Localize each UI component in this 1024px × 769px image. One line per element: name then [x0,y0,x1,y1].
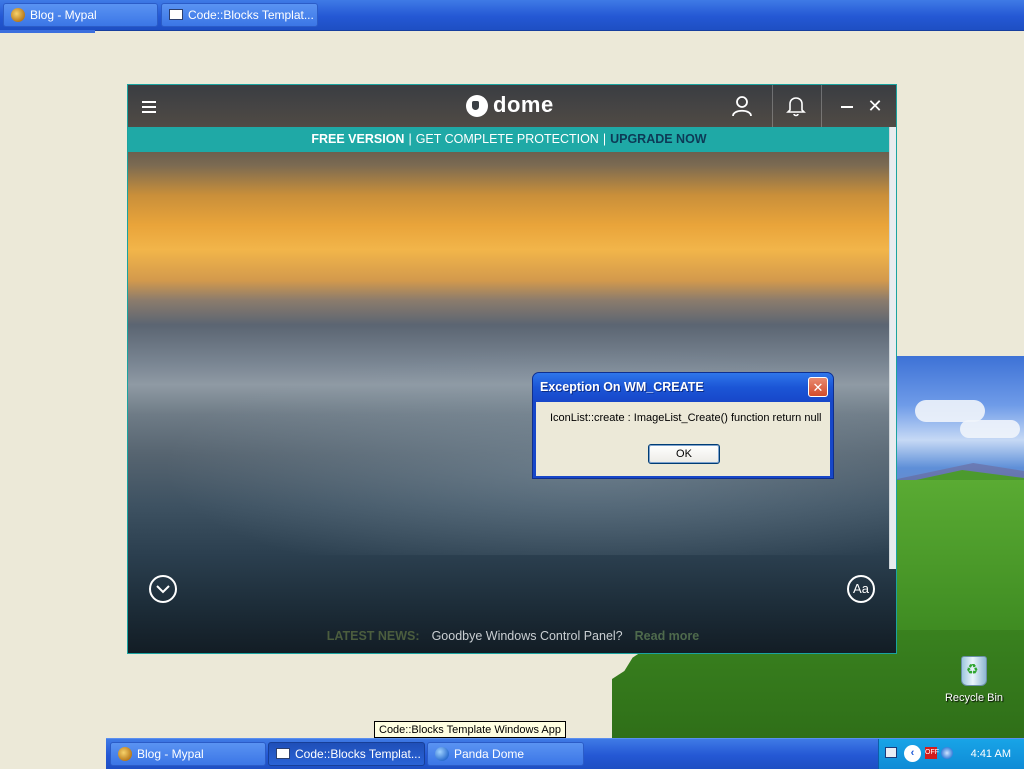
logo-text: dome [493,92,554,117]
tray-expand-chevron-icon[interactable]: ‹ [904,745,921,762]
recycle-bin-icon [961,656,987,686]
mypal-icon [11,8,25,22]
news-label: LATEST NEWS: [326,629,420,643]
wallpaper-cloud [915,400,985,422]
taskbar-button-label: Code::Blocks Templat... [188,8,314,22]
network-icon[interactable] [941,747,953,759]
header-divider [772,85,773,127]
banner-separator: | [408,132,412,146]
panda-header: dome ✕ [128,85,896,127]
dialog-title[interactable]: Exception On WM_CREATE [533,373,833,402]
taskbar-button-label: Blog - Mypal [30,8,97,22]
hamburger-menu-icon[interactable] [142,101,156,113]
taskbar-button-codeblocks[interactable]: Code::Blocks Templat... [161,3,318,27]
user-icon[interactable] [730,94,754,118]
panda-icon [435,747,449,761]
wallpaper-grass [897,480,1024,630]
taskbar-button-label: Blog - Mypal [137,747,204,761]
banner-separator: | [602,132,607,146]
wallpaper-cloud [960,420,1020,438]
dialog-message: IconList::create : ImageList_Create() fu… [550,412,822,424]
header-divider [821,85,822,127]
news-read-more-link[interactable]: Read more [635,629,700,643]
panda-dome-window: dome ✕ FREE VERSION | GET COMPLETE PROTECT… [127,84,897,654]
top-taskbar: Blog - Mypal Code::Blocks Templat... [0,0,1024,31]
window-icon [169,9,183,20]
dialog-close-button[interactable]: ✕ [808,377,828,397]
taskbar-button-label: Panda Dome [454,747,525,761]
exception-dialog: Exception On WM_CREATE ✕ IconList::creat… [532,372,834,479]
taskbar-tooltip: Code::Blocks Template Windows App [374,721,566,738]
font-size-label: Aa [853,581,869,596]
recycle-bin-label: Recycle Bin [944,692,1004,704]
notification-bell-icon[interactable] [784,94,808,118]
window-icon [276,748,290,759]
banner-upgrade-now[interactable]: UPGRADE NOW [610,132,707,146]
banner-free-version: FREE VERSION [311,132,405,146]
panda-dome-logo: dome [466,92,566,121]
expand-down-button[interactable] [149,575,177,603]
ok-button[interactable]: OK [648,444,720,464]
keyboard-icon[interactable] [885,747,897,758]
dialog-body: IconList::create : ImageList_Create() fu… [536,402,830,476]
scrollbar[interactable] [889,127,896,569]
recycle-bin[interactable]: Recycle Bin [940,656,1008,704]
system-tray: ‹ OFF 4:41 AM [878,739,1024,769]
minimize-icon[interactable] [841,106,853,108]
taskbar-button-mypal[interactable]: Blog - Mypal [110,742,266,766]
font-size-button[interactable]: Aa [847,575,875,603]
off-status-icon[interactable]: OFF [925,747,939,759]
taskbar-button-codeblocks[interactable]: Code::Blocks Templat... [268,742,425,766]
close-icon[interactable]: ✕ [866,95,884,117]
panda-logo-mark [466,95,488,117]
tray-clock[interactable]: 4:41 AM [971,739,1011,769]
banner-get-protection: GET COMPLETE PROTECTION [415,132,599,146]
upgrade-banner[interactable]: FREE VERSION | GET COMPLETE PROTECTION | UPG… [128,127,890,152]
taskbar-button-label: Code::Blocks Templat... [295,747,421,761]
taskbar-edge [0,30,95,33]
latest-news-bar: LATEST NEWS: Goodbye Windows Control Pane… [128,625,896,647]
news-headline[interactable]: Goodbye Windows Control Panel? [432,629,623,643]
bottom-taskbar: Blog - Mypal Code::Blocks Templat... Pan… [106,738,1024,769]
taskbar-button-mypal[interactable]: Blog - Mypal [3,3,158,27]
mypal-icon [118,747,132,761]
chevron-down-icon [156,585,170,594]
taskbar-button-panda[interactable]: Panda Dome [427,742,584,766]
